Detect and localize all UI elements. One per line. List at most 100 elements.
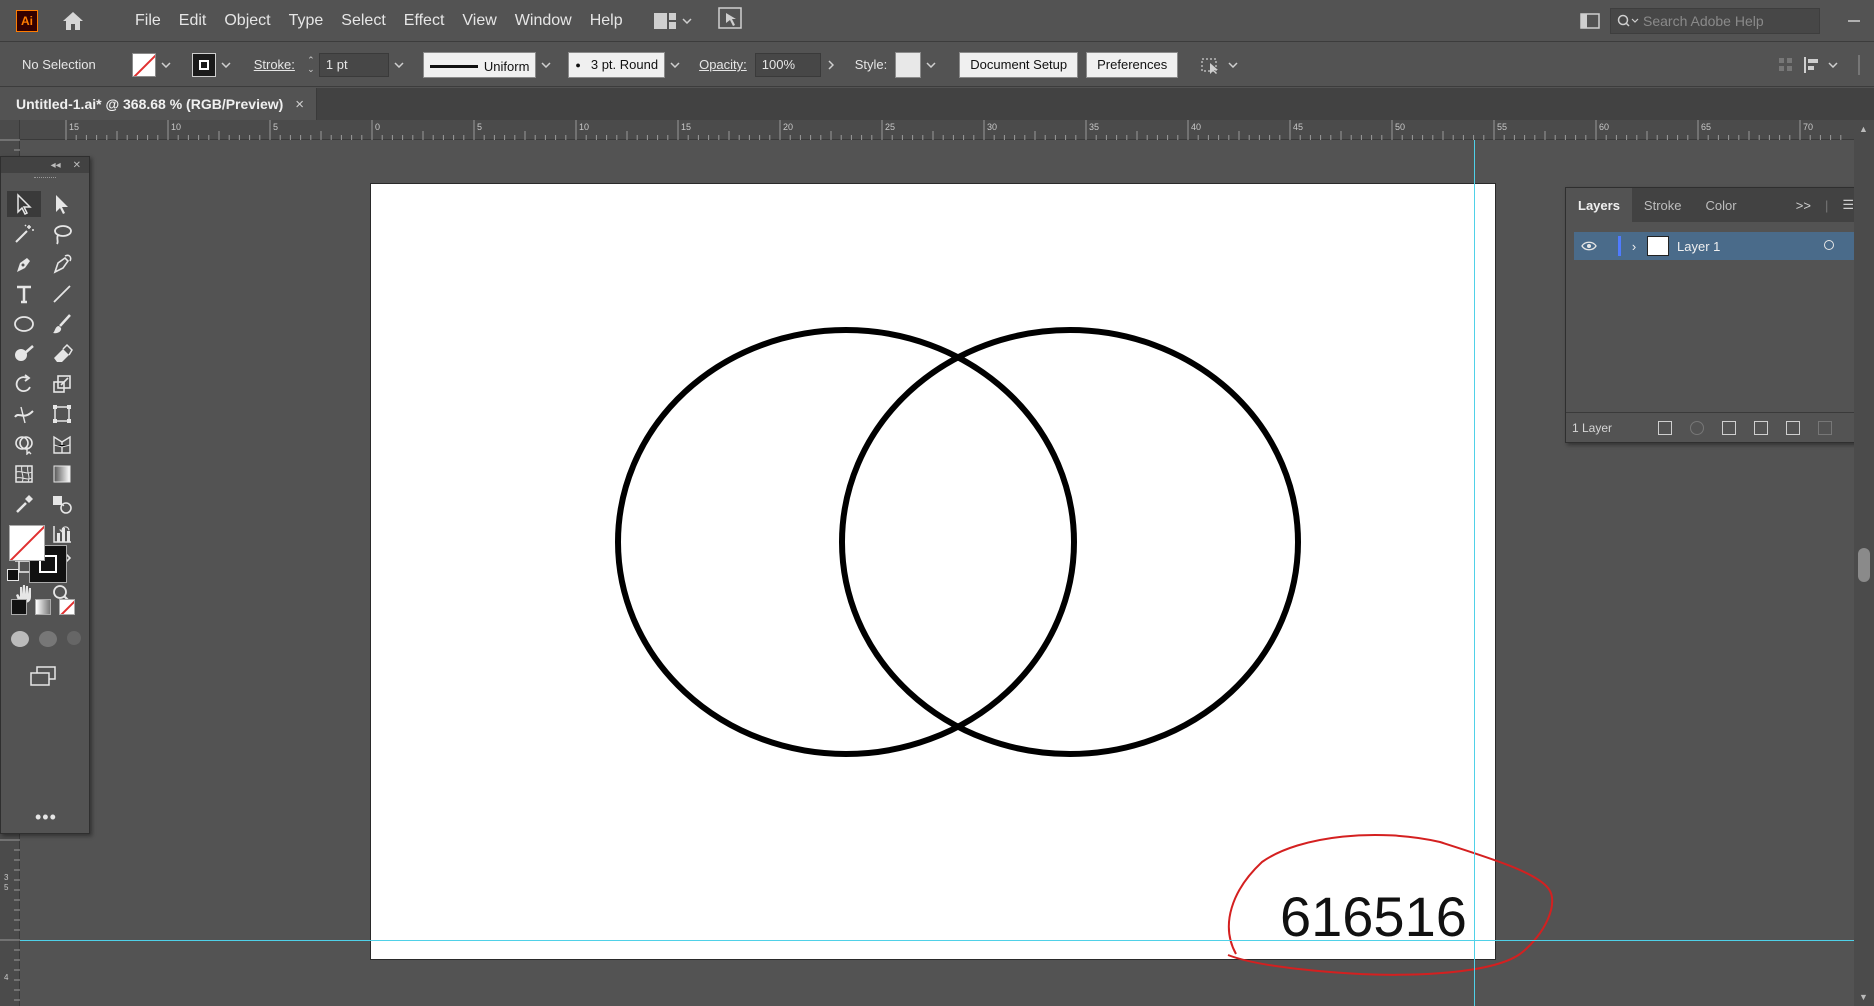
collapse-panel-icon[interactable]: >> [1796, 198, 1811, 213]
screen-mode-button[interactable] [29, 665, 59, 692]
selection-tool[interactable] [7, 191, 41, 217]
pen-tool[interactable] [7, 251, 41, 277]
shaper-tool[interactable] [7, 341, 41, 367]
layer-row[interactable]: › Layer 1 [1574, 232, 1856, 260]
collapse-icon[interactable]: ◂◂ [51, 160, 61, 171]
ellipse-tool[interactable] [7, 311, 41, 337]
arrange-documents-button[interactable] [653, 12, 692, 29]
stroke-swatch[interactable] [191, 52, 216, 77]
shape-builder-tool[interactable] [7, 431, 41, 457]
graphic-style-swatch[interactable] [895, 51, 922, 78]
perspective-grid-tool[interactable] [45, 431, 79, 457]
left-circle[interactable] [615, 327, 1077, 757]
expand-layer-icon[interactable]: › [1621, 239, 1647, 254]
gradient-button[interactable] [35, 599, 51, 615]
share-button[interactable] [717, 7, 742, 34]
menu-object[interactable]: Object [215, 0, 279, 42]
new-layer-icon[interactable] [1786, 421, 1800, 435]
scroll-down-icon[interactable]: ▼ [1859, 992, 1868, 1002]
close-tab-icon[interactable]: × [295, 96, 304, 113]
arrange-button[interactable] [1200, 55, 1238, 75]
variable-width-profile[interactable]: Uniform [422, 51, 537, 78]
layer-name[interactable]: Layer 1 [1677, 239, 1720, 254]
direct-selection-tool[interactable] [45, 191, 79, 217]
mesh-tool[interactable] [7, 461, 41, 487]
curvature-tool[interactable] [45, 251, 79, 277]
profile-dropdown[interactable] [536, 61, 556, 68]
swap-fill-stroke-icon[interactable]: ↶ [59, 523, 70, 539]
gradient-tool[interactable] [45, 461, 79, 487]
tab-stroke[interactable]: Stroke [1632, 188, 1694, 222]
clipping-mask-icon[interactable] [1722, 421, 1736, 435]
control-bar-menu[interactable] [1856, 55, 1862, 78]
rotate-tool[interactable] [7, 371, 41, 397]
menu-window[interactable]: Window [506, 0, 581, 42]
stroke-weight-field[interactable]: 1 pt [318, 52, 389, 77]
stroke-weight-dropdown[interactable] [389, 61, 409, 68]
eraser-tool[interactable] [45, 341, 79, 367]
paintbrush-tool[interactable] [45, 311, 79, 337]
draw-behind-icon[interactable] [39, 631, 57, 647]
artboard[interactable] [370, 183, 1496, 960]
brush-dropdown[interactable] [665, 61, 685, 68]
style-dropdown[interactable] [921, 61, 941, 68]
stroke-weight-spinner[interactable]: ⌃ ⌄ [303, 55, 319, 74]
menu-type[interactable]: Type [280, 0, 333, 42]
minimize-button[interactable] [1834, 0, 1874, 42]
stroke-dropdown[interactable] [216, 61, 236, 68]
brush-definition[interactable]: ● 3 pt. Round [568, 51, 666, 78]
menu-edit[interactable]: Edit [170, 0, 216, 42]
default-fill-stroke-icon[interactable] [7, 569, 19, 581]
locate-object-icon[interactable] [1690, 421, 1704, 435]
menu-help[interactable]: Help [581, 0, 632, 42]
preferences-button[interactable]: Preferences [1086, 51, 1179, 78]
edit-toolbar-icon[interactable]: ••• [35, 807, 57, 828]
line-segment-tool[interactable] [45, 281, 79, 307]
document-tab[interactable]: Untitled-1.ai* @ 368.68 % (RGB/Preview) … [0, 88, 318, 120]
panel-options-button[interactable] [1802, 55, 1838, 75]
scroll-thumb[interactable] [1858, 548, 1870, 582]
draw-normal-icon[interactable] [11, 631, 29, 647]
scroll-up-icon[interactable]: ▲ [1859, 124, 1868, 134]
color-button[interactable] [11, 599, 27, 615]
right-circle[interactable] [839, 327, 1301, 757]
scale-tool[interactable] [45, 371, 79, 397]
home-button[interactable] [60, 8, 86, 34]
align-icon[interactable] [1778, 57, 1794, 76]
fill-swatch[interactable] [131, 52, 156, 77]
horizontal-ruler[interactable]: 15 10 5 0 5 10 15 20 25 30 35 40 45 50 55 60 65 70 [20, 120, 1854, 140]
close-icon[interactable]: ✕ [73, 160, 81, 171]
vertical-guide[interactable] [1474, 140, 1475, 1006]
horizontal-guide[interactable] [20, 940, 1854, 941]
new-sublayer-icon[interactable] [1754, 421, 1768, 435]
blend-tool[interactable] [45, 491, 79, 517]
panel-toggle-button[interactable] [1570, 0, 1610, 42]
opacity-label[interactable]: Opacity: [699, 57, 747, 72]
menu-select[interactable]: Select [332, 0, 394, 42]
opacity-field[interactable]: 100% [754, 52, 821, 77]
draw-inside-icon[interactable] [67, 631, 81, 645]
trash-icon[interactable] [1818, 421, 1832, 435]
tab-color[interactable]: Color [1694, 188, 1749, 222]
visibility-toggle[interactable] [1574, 241, 1604, 251]
eyedropper-tool[interactable] [7, 491, 41, 517]
tools-header[interactable]: ◂◂ ✕ [1, 157, 89, 173]
magic-wand-tool[interactable] [7, 221, 41, 247]
free-transform-tool[interactable] [45, 401, 79, 427]
fill-dropdown[interactable] [156, 61, 176, 68]
fill-color-box[interactable] [9, 525, 45, 561]
vertical-scrollbar[interactable]: ▲ ▼ [1854, 120, 1874, 1006]
lasso-tool[interactable] [45, 221, 79, 247]
none-button[interactable] [59, 599, 75, 615]
help-search[interactable]: Search Adobe Help [1610, 8, 1820, 34]
menu-file[interactable]: File [126, 0, 170, 42]
stroke-label[interactable]: Stroke: [254, 57, 295, 72]
opacity-slider-toggle[interactable] [821, 59, 841, 70]
panel-menu-icon[interactable]: ☰ [1842, 197, 1854, 213]
export-icon[interactable] [1658, 421, 1672, 435]
target-icon[interactable] [1824, 240, 1834, 250]
tab-layers[interactable]: Layers [1566, 188, 1632, 222]
width-tool[interactable] [7, 401, 41, 427]
menu-effect[interactable]: Effect [395, 0, 454, 42]
document-setup-button[interactable]: Document Setup [959, 51, 1079, 78]
